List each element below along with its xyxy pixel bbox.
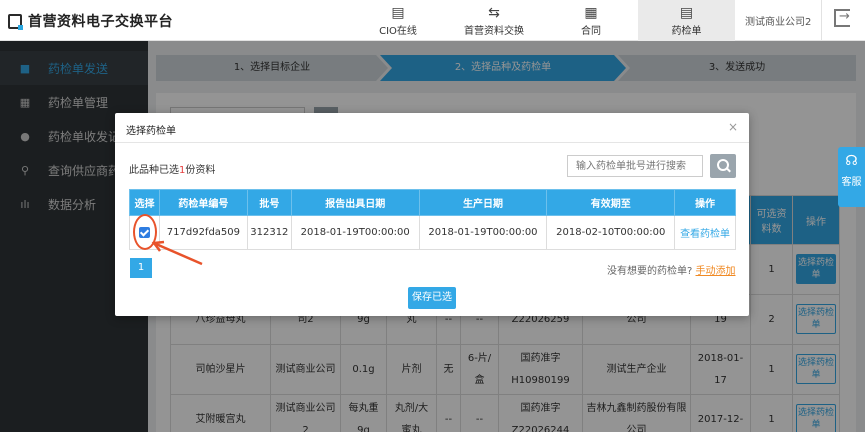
search-icon[interactable] <box>710 154 736 178</box>
report-icon: ▤ <box>679 5 694 21</box>
contract-icon: ▦ <box>584 5 598 21</box>
column-header: 生产日期 <box>418 189 548 216</box>
headset-icon: ☊ <box>845 153 858 169</box>
report-date: 2018-01-19T00:00:00 <box>290 215 420 250</box>
column-header: 药检单编号 <box>158 189 248 216</box>
select-report-modal: 选择药检单 × 此品种已选1份资料 选择 药检单编号 批号 报告出具日期 生产日… <box>115 113 749 316</box>
nav-cio-online[interactable]: ▤ CIO在线 <box>360 0 436 41</box>
selected-info: 此品种已选1份资料 <box>129 161 215 176</box>
brand[interactable]: 首营资料电子交换平台 <box>8 11 173 31</box>
batch-search-input[interactable] <box>567 155 703 177</box>
exchange-icon: ⇆ <box>488 5 500 21</box>
pagination-page[interactable]: 1 <box>130 258 152 278</box>
batch-number: 312312 <box>246 215 292 250</box>
column-header: 有效期至 <box>546 189 676 216</box>
company-name[interactable]: 测试商业公司2 <box>745 13 811 28</box>
customer-service-label: 客服 <box>841 177 862 188</box>
nav-label: CIO在线 <box>379 26 417 37</box>
logout-icon[interactable] <box>834 9 850 27</box>
header-divider <box>821 0 822 41</box>
brand-name: 首营资料电子交换平台 <box>28 14 173 30</box>
top-header: 首营资料电子交换平台 ▤ CIO在线 ⇆ 首营资料交换 ▦ 合同 ▤ 药检单 测… <box>0 0 865 41</box>
close-icon[interactable]: × <box>728 120 738 134</box>
report-table: 选择 药检单编号 批号 报告出具日期 生产日期 有效期至 操作 717d92fd… <box>129 189 736 250</box>
annotation-arrow-icon <box>151 240 203 266</box>
production-date: 2018-01-19T00:00:00 <box>418 215 548 250</box>
save-selected-button[interactable]: 保存已选 <box>408 287 456 309</box>
nav-label: 首营资料交换 <box>464 26 524 37</box>
customer-service-tab[interactable]: ☊ 客服 <box>838 147 865 207</box>
column-header: 选择 <box>129 189 160 216</box>
column-header: 报告出具日期 <box>290 189 420 216</box>
view-report-link[interactable]: 查看药检单 <box>674 215 736 250</box>
document-icon: ▤ <box>391 5 405 21</box>
selected-suffix: 份资料 <box>185 165 216 176</box>
no-report-hint: 没有想要的药检单? 手动添加 <box>607 262 736 277</box>
nav-exchange[interactable]: ⇆ 首营资料交换 <box>453 0 535 41</box>
column-header: 批号 <box>246 189 292 216</box>
selected-prefix: 此品种已选 <box>129 165 179 176</box>
modal-header: 选择药检单 × <box>115 113 749 143</box>
modal-title: 选择药检单 <box>126 126 176 137</box>
nav-contract[interactable]: ▦ 合同 <box>555 0 627 41</box>
nav-inspection-report[interactable]: ▤ 药检单 <box>638 0 735 41</box>
brand-logo-icon <box>8 13 23 30</box>
table-row: 717d92fda509 312312 2018-01-19T00:00:00 … <box>129 215 736 250</box>
nav-label: 药检单 <box>671 26 702 37</box>
column-header: 操作 <box>674 189 736 216</box>
expiry-date: 2018-02-10T00:00:00 <box>546 215 676 250</box>
manual-add-link[interactable]: 手动添加 <box>696 266 736 277</box>
no-report-text: 没有想要的药检单? <box>607 266 693 277</box>
nav-label: 合同 <box>581 26 601 37</box>
